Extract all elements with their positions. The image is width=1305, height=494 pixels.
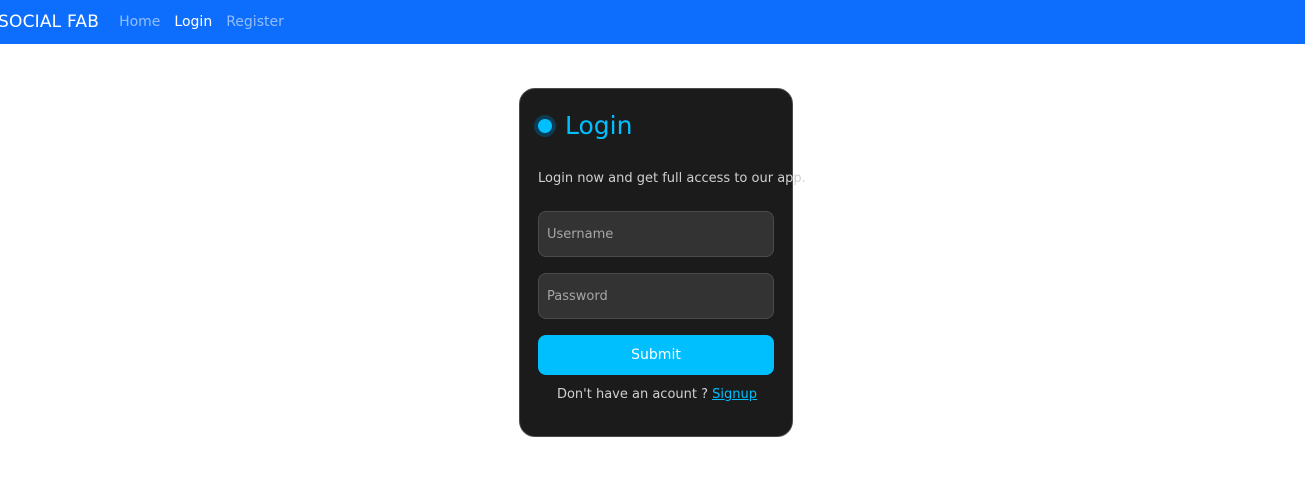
login-title-row: Login	[534, 113, 632, 138]
login-subtitle: Login now and get full access to our app…	[538, 171, 806, 186]
password-input[interactable]	[538, 273, 774, 319]
nav-link-home[interactable]: Home	[119, 15, 160, 29]
login-title: Login	[565, 111, 633, 140]
username-input[interactable]	[538, 211, 774, 257]
signup-row: Don't have an acount ? Signup	[520, 388, 794, 401]
status-dot-icon	[534, 114, 556, 137]
signup-link[interactable]: Signup	[712, 387, 757, 402]
nav-link-login[interactable]: Login	[174, 15, 212, 29]
brand-logo-text[interactable]: SOCIAL FAB	[0, 13, 99, 31]
login-card: Login Login now and get full access to o…	[519, 88, 806, 437]
submit-button[interactable]: Submit	[538, 335, 774, 375]
nav-link-register[interactable]: Register	[226, 15, 284, 29]
top-navbar: SOCIAL FAB Home Login Register	[0, 0, 1305, 44]
signup-prompt: Don't have an acount ?	[556, 387, 709, 402]
